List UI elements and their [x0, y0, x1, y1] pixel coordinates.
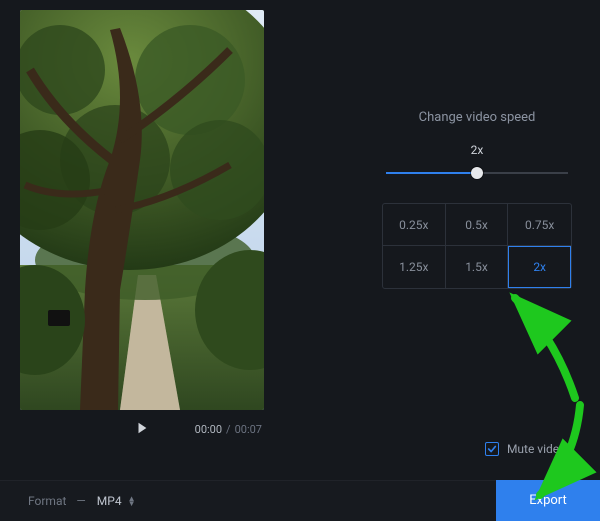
format-selector[interactable]: Format — MP4 ▲▼ [28, 494, 136, 508]
format-value: MP4 [97, 494, 122, 508]
slider-fill [386, 172, 477, 174]
settings-title: Change video speed [382, 110, 572, 125]
speed-preset-0_75x[interactable]: 0.75x [508, 204, 571, 246]
duration: 00:07 [235, 423, 262, 436]
time-display: 00:00 / 00:07 [195, 423, 262, 436]
current-time: 00:00 [195, 423, 222, 436]
mute-video-checkbox[interactable]: Mute video [485, 442, 566, 456]
speed-preset-2x[interactable]: 2x [508, 246, 571, 288]
time-separator: / [226, 423, 231, 436]
speed-preset-grid: 0.25x0.5x0.75x 1.25x1.5x2x [382, 203, 572, 289]
speed-slider[interactable] [386, 163, 568, 183]
speed-preset-0_25x[interactable]: 0.25x [383, 204, 446, 246]
check-icon [487, 444, 497, 454]
video-preview-panel: 00:00 / 00:07 [10, 0, 274, 440]
bottom-bar: Format — MP4 ▲▼ Export [0, 480, 600, 521]
mute-label: Mute video [507, 442, 566, 456]
export-label: Export [529, 493, 567, 508]
video-playbar: 00:00 / 00:07 [20, 418, 264, 440]
checkbox-box [485, 442, 499, 456]
format-label: Format [28, 494, 66, 508]
video-preview[interactable] [20, 10, 264, 410]
speed-preset-0_5x[interactable]: 0.5x [446, 204, 509, 246]
current-speed-label: 2x [382, 143, 572, 157]
format-dash: — [76, 494, 86, 508]
speed-preset-1_25x[interactable]: 1.25x [383, 246, 446, 288]
stepper-icon: ▲▼ [128, 496, 136, 506]
speed-settings-panel: Change video speed 2x 0.25x0.5x0.75x 1.25… [360, 0, 600, 480]
play-button[interactable] [135, 421, 149, 438]
export-button[interactable]: Export [496, 480, 600, 521]
play-icon [135, 425, 149, 438]
slider-thumb[interactable] [471, 167, 483, 179]
speed-preset-1_5x[interactable]: 1.5x [446, 246, 509, 288]
